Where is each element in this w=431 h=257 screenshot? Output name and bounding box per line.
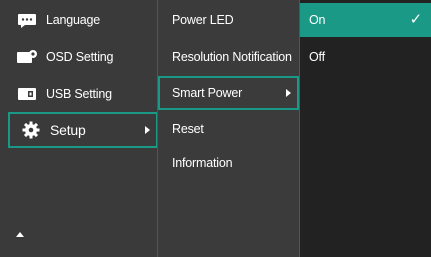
menu-item-label: OSD Setting xyxy=(46,50,114,64)
menu-item-language[interactable]: Language xyxy=(6,2,157,38)
option-off[interactable]: Off xyxy=(300,40,431,74)
menu-item-label: Language xyxy=(46,13,101,27)
option-label: Off xyxy=(309,50,325,64)
submenu-item-power-led[interactable]: Power LED xyxy=(158,3,299,37)
scroll-up-icon[interactable] xyxy=(16,232,24,237)
chevron-right-icon xyxy=(145,126,150,134)
submenu-item-reset[interactable]: Reset xyxy=(158,112,299,146)
menu-item-usb-setting[interactable]: USB Setting xyxy=(6,76,157,112)
menu-item-osd-setting[interactable]: OSD Setting xyxy=(6,39,157,75)
submenu-item-information[interactable]: Information xyxy=(158,146,299,180)
menu-item-label: USB Setting xyxy=(46,87,112,101)
submenu-item-smart-power[interactable]: Smart Power xyxy=(158,76,299,110)
submenu-item-label: Reset xyxy=(172,122,204,136)
submenu-item-label: Resolution Notification xyxy=(172,50,292,64)
osd-setting-icon xyxy=(16,49,38,65)
submenu-item-resolution-notification[interactable]: Resolution Notification xyxy=(158,40,299,74)
chevron-right-icon xyxy=(286,89,291,97)
submenu-item-label: Power LED xyxy=(172,13,234,27)
main-menu: Language OSD Setting USB Setting Setup xyxy=(0,0,158,257)
language-icon xyxy=(16,12,38,28)
sub-menu: Power LED Resolution Notification Smart … xyxy=(158,0,299,257)
gear-icon xyxy=(20,121,42,139)
osd-menu: Language OSD Setting USB Setting Setup P… xyxy=(0,0,431,257)
submenu-item-label: Smart Power xyxy=(172,86,243,100)
submenu-item-label: Information xyxy=(172,156,233,170)
usb-setting-icon xyxy=(16,86,38,102)
menu-item-setup[interactable]: Setup xyxy=(8,112,158,148)
option-label: On xyxy=(309,13,326,27)
checkmark-icon: ✓ xyxy=(409,11,423,29)
options-menu: On ✓ Off xyxy=(300,0,431,257)
menu-item-label: Setup xyxy=(50,122,86,138)
option-on[interactable]: On ✓ xyxy=(300,3,431,37)
